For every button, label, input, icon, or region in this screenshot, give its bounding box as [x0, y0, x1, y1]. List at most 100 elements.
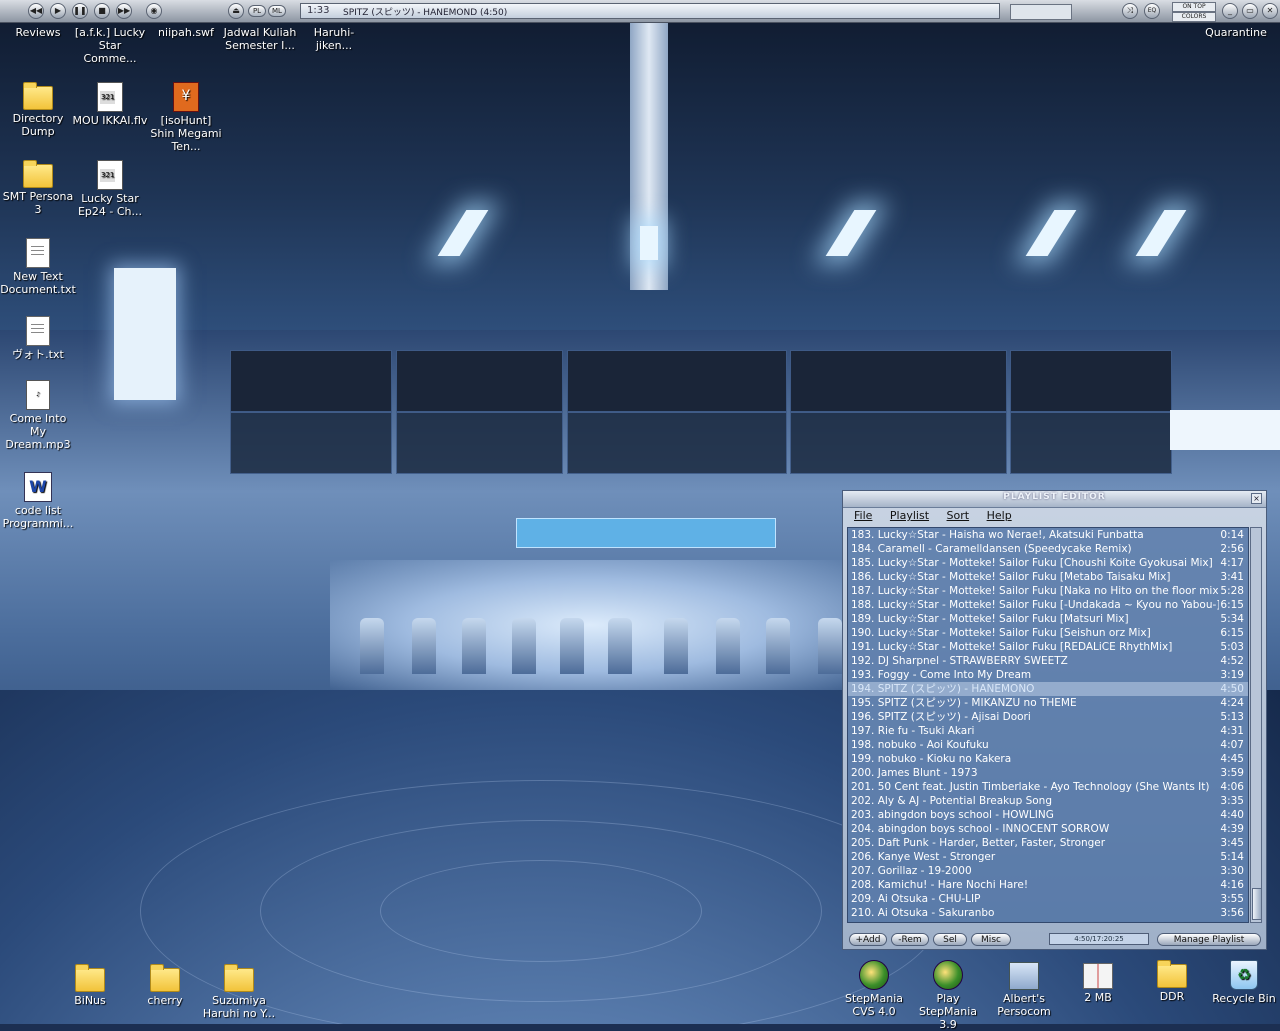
desktop-icon-mou-ikkai[interactable]: MOU IKKAI.flv [72, 80, 148, 127]
playlist-row[interactable]: 190. Lucky☆Star - Motteke! Sailor Fuku [… [848, 626, 1248, 640]
stop-button[interactable]: ■ [94, 3, 110, 19]
desktop-icon-niipah-swf[interactable]: niipah.swf [148, 26, 224, 39]
eq-button[interactable]: EQ [1144, 3, 1160, 19]
menu-help[interactable]: Help [987, 509, 1012, 522]
track-name: Lucky☆Star - Motteke! Sailor Fuku [Matsu… [877, 613, 1129, 625]
pl-toggle-button[interactable]: PL [248, 5, 266, 17]
desktop-icon-smt-persona-3[interactable]: SMT Persona 3 [0, 158, 76, 216]
remove-button[interactable]: -Rem [891, 933, 929, 946]
track-number: 187. [851, 585, 875, 597]
desktop-icon-play-stepmania[interactable]: Play StepMania 3.9 [910, 958, 986, 1031]
desktop-icon-recycle-bin[interactable]: ♻ Recycle Bin [1206, 958, 1280, 1005]
playlist-row[interactable]: 196. SPITZ (スピッツ) - Ajisai Doori 5:13 [848, 710, 1248, 724]
playlist-row[interactable]: 210. Ai Otsuka - Sakuranbo 3:56 [848, 906, 1248, 920]
playlist-row[interactable]: 192. DJ Sharpnel - STRAWBERRY SWEETZ 4:52 [848, 654, 1248, 668]
song-display[interactable]: 1:33 SPITZ (スピッツ) - HANEMOND (4:50) [300, 3, 1000, 19]
desktop-icon-alberts-persocom[interactable]: Albert's Persocom [986, 958, 1062, 1018]
desktop-icon-new-text-document[interactable]: New Text Document.txt [0, 236, 76, 296]
desktop-icon-lucky-star-comme[interactable]: [a.f.k.] Lucky Star Comme... [72, 26, 148, 65]
playlist-row-selected[interactable]: 194. SPITZ (スピッツ) - HANEMONO 4:50 [848, 682, 1248, 696]
shuffle-button[interactable]: ⤨ [1122, 3, 1138, 19]
minimize-button[interactable]: _ [1222, 3, 1238, 19]
playlist-row[interactable]: 203. abingdon boys school - HOWLING 4:40 [848, 808, 1248, 822]
playlist-row[interactable]: 204. abingdon boys school - INNOCENT SOR… [848, 822, 1248, 836]
desktop-icon-label: SMT Persona 3 [2, 190, 74, 216]
previous-track-button[interactable]: ◀◀ [28, 3, 44, 19]
playlist-row[interactable]: 199. nobuko - Kioku no Kakera 4:45 [848, 752, 1248, 766]
playlist-row[interactable]: 205. Daft Punk - Harder, Better, Faster,… [848, 836, 1248, 850]
on-top-toggle[interactable]: ON TOP [1172, 2, 1216, 12]
track-name: SPITZ (スピッツ) - HANEMONO [877, 683, 1035, 695]
desktop-icon-stepmania-cvs[interactable]: StepMania CVS 4.0 [836, 958, 912, 1018]
track-title: 184. Caramell - Caramelldansen (Speedyca… [851, 542, 1219, 556]
pause-button[interactable]: ❚❚ [72, 3, 88, 19]
menu-sort[interactable]: Sort [947, 509, 970, 522]
track-name: SPITZ (スピッツ) - Ajisai Doori [877, 711, 1031, 723]
playlist-titlebar[interactable]: PLAYLIST EDITOR × [843, 491, 1266, 508]
visualizer[interactable] [1010, 4, 1072, 20]
track-title: 191. Lucky☆Star - Motteke! Sailor Fuku [… [851, 640, 1219, 654]
playlist-row[interactable]: 195. SPITZ (スピッツ) - MIKANZU no THEME 4:24 [848, 696, 1248, 710]
playlist-row[interactable]: 187. Lucky☆Star - Motteke! Sailor Fuku [… [848, 584, 1248, 598]
folder-icon [150, 964, 180, 992]
track-duration: 4:52 [1220, 655, 1244, 667]
playlist-close-button[interactable]: × [1251, 493, 1262, 504]
desktop-icon-reviews[interactable]: Reviews [0, 26, 76, 39]
desktop-icon-binus[interactable]: BiNus [52, 962, 128, 1007]
playlist-row[interactable]: 200. James Blunt - 1973 3:59 [848, 766, 1248, 780]
next-track-button[interactable]: ▶▶ [116, 3, 132, 19]
desktop-icon-come-into-my-dream[interactable]: ♪ Come Into My Dream.mp3 [0, 378, 76, 451]
playlist-track-list[interactable]: 183. Lucky☆Star - Haisha wo Nerae!, Akat… [847, 527, 1249, 923]
track-duration: 0:14 [1220, 529, 1244, 541]
colors-toggle[interactable]: COLORS [1172, 12, 1216, 22]
playlist-row[interactable]: 191. Lucky☆Star - Motteke! Sailor Fuku [… [848, 640, 1248, 654]
desktop-icon-quarantine[interactable]: Quarantine [1198, 26, 1274, 39]
desktop-icon-cherry[interactable]: cherry [127, 962, 203, 1007]
desktop-icon-code-list[interactable]: W code list Programmi... [0, 470, 76, 530]
ml-toggle-button[interactable]: ML [268, 5, 286, 17]
desktop-icon-voto-txt[interactable]: ヴォト.txt [0, 314, 76, 361]
playlist-row[interactable]: 188. Lucky☆Star - Motteke! Sailor Fuku [… [848, 598, 1248, 612]
desktop-icon-suzumiya-haruhi[interactable]: Suzumiya Haruhi no Y... [201, 962, 277, 1020]
desktop-icon-haruhi-jiken[interactable]: Haruhi-jiken... [296, 26, 372, 52]
desktop-icon-jadwal-kuliah[interactable]: Jadwal Kuliah Semester I... [222, 26, 298, 52]
eject-button[interactable]: ⏏ [228, 3, 244, 19]
menu-file[interactable]: File [854, 509, 872, 522]
playlist-row[interactable]: 206. Kanye West - Stronger 5:14 [848, 850, 1248, 864]
playlist-row[interactable]: 197. Rie fu - Tsuki Akari 4:31 [848, 724, 1248, 738]
playlist-row[interactable]: 208. Kamichu! - Hare Nochi Hare! 4:16 [848, 878, 1248, 892]
winamp-main-bar[interactable]: ◀◀ ▶ ❚❚ ■ ▶▶ ◉ ⏏ PL ML 1:33 SPITZ (スピッツ)… [0, 0, 1280, 23]
desktop-icon-ddr[interactable]: DDR [1134, 958, 1210, 1003]
playlist-row[interactable]: 184. Caramell - Caramelldansen (Speedyca… [848, 542, 1248, 556]
playlist-row[interactable]: 209. Ai Otsuka - CHU-LIP 3:55 [848, 892, 1248, 906]
playlist-row[interactable]: 189. Lucky☆Star - Motteke! Sailor Fuku [… [848, 612, 1248, 626]
playlist-row[interactable]: 185. Lucky☆Star - Motteke! Sailor Fuku [… [848, 556, 1248, 570]
playlist-row[interactable]: 183. Lucky☆Star - Haisha wo Nerae!, Akat… [848, 528, 1248, 542]
play-button[interactable]: ▶ [50, 3, 66, 19]
playlist-scrollbar[interactable] [1250, 527, 1262, 923]
wallpaper-ticket-gate [766, 618, 790, 674]
track-title: 197. Rie fu - Tsuki Akari [851, 724, 1219, 738]
desktop-icon-lucky-star-ep24[interactable]: Lucky Star Ep24 - Ch... [72, 158, 148, 218]
menu-playlist[interactable]: Playlist [890, 509, 929, 522]
playlist-row[interactable]: 193. Foggy - Come Into My Dream 3:19 [848, 668, 1248, 682]
playlist-bottom-bar: +Add -Rem Sel Misc 4:50/17:20:25 Manage … [843, 929, 1266, 949]
playlist-scroll-thumb[interactable] [1252, 888, 1262, 920]
add-button[interactable]: +Add [849, 933, 887, 946]
desktop-icon-isohunt-shin-megami[interactable]: ¥ [isoHunt] Shin Megami Ten... [148, 80, 224, 153]
playlist-row[interactable]: 201. 50 Cent feat. Justin Timberlake - A… [848, 780, 1248, 794]
close-button[interactable]: ✕ [1262, 3, 1278, 19]
shade-button[interactable]: ▭ [1242, 3, 1258, 19]
desktop-icon-directory-dump[interactable]: Directory Dump [0, 80, 76, 138]
volume-knob[interactable]: ◉ [146, 3, 162, 19]
track-number: 194. [851, 683, 875, 695]
playlist-editor-window[interactable]: PLAYLIST EDITOR × File Playlist Sort Hel… [842, 490, 1267, 950]
select-button[interactable]: Sel [933, 933, 967, 946]
playlist-row[interactable]: 207. Gorillaz - 19-2000 3:30 [848, 864, 1248, 878]
playlist-row[interactable]: 198. nobuko - Aoi Koufuku 4:07 [848, 738, 1248, 752]
desktop-icon-2mb[interactable]: 2 MB [1060, 958, 1136, 1004]
playlist-row[interactable]: 186. Lucky☆Star - Motteke! Sailor Fuku [… [848, 570, 1248, 584]
manage-playlist-button[interactable]: Manage Playlist [1157, 933, 1261, 946]
misc-button[interactable]: Misc [971, 933, 1011, 946]
playlist-row[interactable]: 202. Aly & AJ - Potential Breakup Song 3:… [848, 794, 1248, 808]
